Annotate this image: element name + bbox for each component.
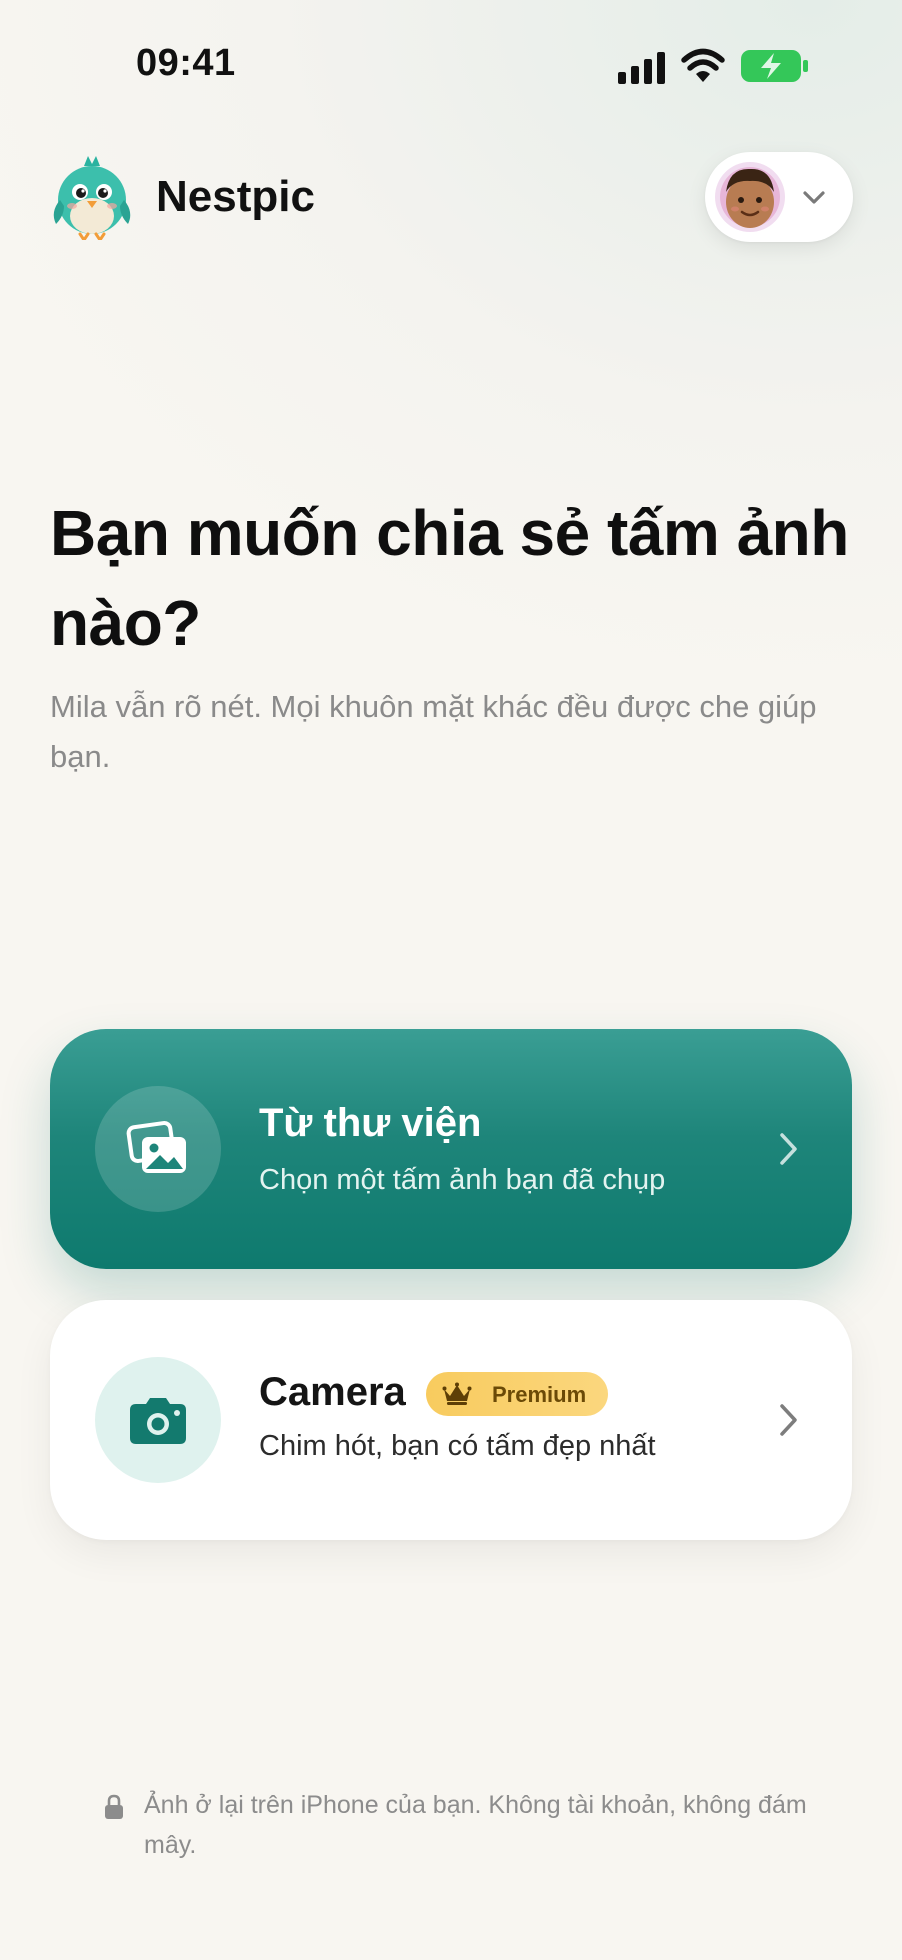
library-icon-circle [95,1086,221,1212]
chevron-right-icon [780,1133,797,1165]
premium-badge: Premium [426,1372,608,1416]
app-header: Nestpic [0,150,902,250]
camera-button[interactable]: Camera Premium Chim hót, bạn có tấm đẹp … [50,1300,852,1540]
lock-icon [105,1794,123,1819]
privacy-text: Ảnh ở lại trên iPhone của bạn. Không tài… [144,1791,807,1859]
chevron-right-icon [780,1404,797,1436]
crown-icon [442,1382,472,1405]
page-subtitle: Mila vẫn rõ nét. Mọi khuôn mặt khác đều … [50,689,817,774]
premium-label: Premium [492,1382,587,1407]
cellular-signal-icon [618,52,665,84]
wifi-icon [681,48,725,82]
from-library-button[interactable]: Từ thư viện Chọn một tấm ảnh bạn đã chụp [50,1029,852,1269]
library-title: Từ thư viện [259,1101,482,1145]
library-description: Chọn một tấm ảnh bạn đã chụp [259,1164,666,1196]
battery-charging-icon [741,50,808,82]
camera-title: Camera [259,1370,406,1414]
page-title: Bạn muốn chia sẻ tấm ảnh nào? [50,497,849,659]
status-time: 09:41 [136,42,236,84]
photo-library-icon [126,1121,186,1173]
camera-icon [130,1398,186,1444]
status-bar: 09:41 [0,0,902,130]
account-switcher-button[interactable] [705,152,853,242]
user-avatar [715,162,785,232]
camera-description: Chim hót, bạn có tấm đẹp nhất [259,1430,656,1462]
chevron-down-icon [803,191,825,204]
bird-mascot-icon [53,156,131,240]
camera-icon-circle [95,1357,221,1483]
app-name: Nestpic [156,172,315,221]
